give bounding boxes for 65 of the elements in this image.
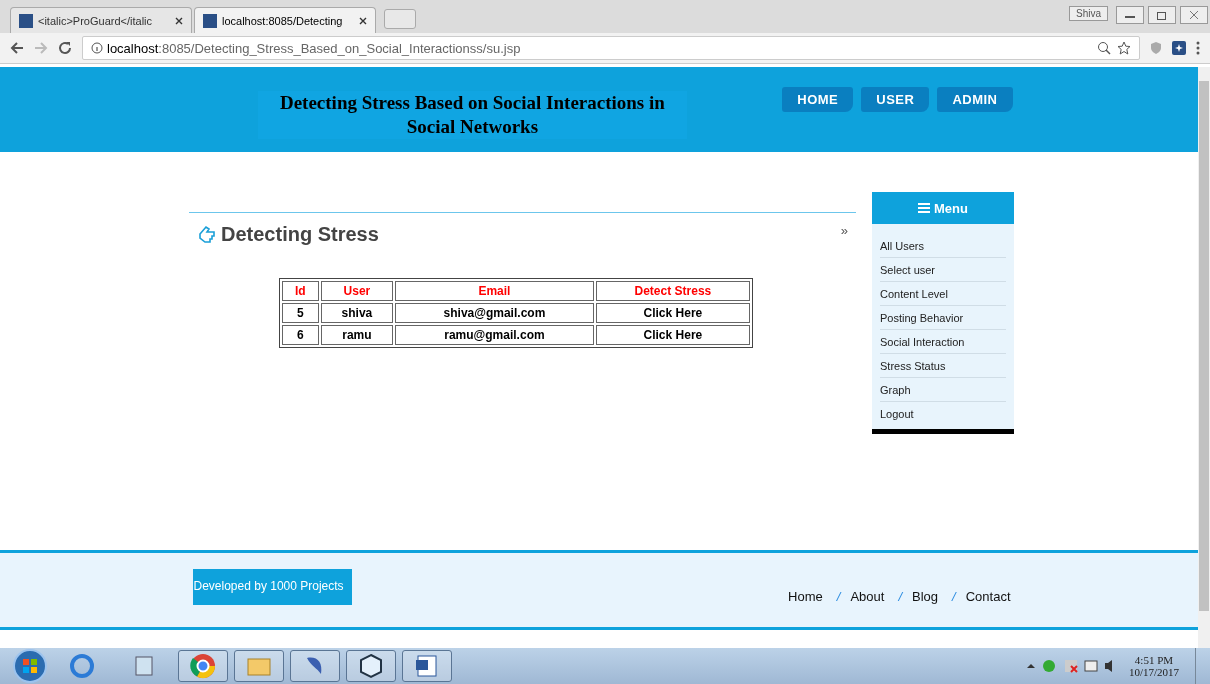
taskbar-button[interactable]: [402, 650, 452, 682]
table-cell: shiva@gmail.com: [395, 303, 594, 323]
menu-item[interactable]: Content Level: [880, 282, 1006, 306]
extension-icon[interactable]: [1172, 41, 1186, 55]
menu-item[interactable]: Logout: [880, 402, 1006, 425]
separator: /: [898, 588, 903, 604]
taskbar-button[interactable]: [346, 650, 396, 682]
clock-time: 4:51 PM: [1134, 654, 1174, 666]
table-cell: 5: [282, 303, 319, 323]
footer-link[interactable]: Contact: [965, 588, 1011, 604]
menu-item[interactable]: Stress Status: [880, 354, 1006, 378]
info-icon[interactable]: [91, 42, 103, 54]
menu-item[interactable]: Select user: [880, 258, 1006, 282]
profile-badge[interactable]: Shiva: [1069, 6, 1108, 21]
clock-date: 10/17/2017: [1128, 666, 1179, 678]
star-icon[interactable]: [1117, 41, 1131, 55]
close-icon[interactable]: [359, 16, 367, 25]
menu-icon[interactable]: [918, 203, 930, 213]
table-cell: shiva: [320, 303, 394, 323]
start-button[interactable]: [12, 648, 48, 684]
credit-label: Developed by 1000 Projects: [192, 569, 352, 605]
pointing-hand-icon: [197, 224, 217, 245]
footer-link[interactable]: Home: [788, 588, 823, 604]
more-link[interactable]: »: [840, 223, 848, 238]
site-icon: [19, 13, 33, 28]
minimize-button[interactable]: [1116, 6, 1144, 24]
browser-tab[interactable]: <italic>ProGuard</italic: [10, 7, 192, 33]
close-icon[interactable]: [175, 16, 183, 25]
close-button[interactable]: [1180, 6, 1208, 24]
menu-item[interactable]: Graph: [880, 378, 1006, 402]
menu-title: Menu: [934, 200, 968, 216]
section-heading: Detecting Stress: [221, 223, 379, 246]
more-icon[interactable]: [1196, 41, 1200, 55]
nav-button[interactable]: USER: [861, 87, 930, 112]
menu-item[interactable]: Social Interaction: [880, 330, 1006, 354]
table-cell: ramu@gmail.com: [395, 325, 594, 345]
separator: /: [952, 588, 956, 604]
footer-link[interactable]: Blog: [912, 588, 939, 604]
browser-tab[interactable]: localhost:8085/Detecting: [194, 7, 376, 33]
zoom-icon[interactable]: [1097, 41, 1111, 55]
back-icon[interactable]: [10, 41, 24, 55]
reload-icon[interactable]: [58, 41, 72, 55]
nav-button[interactable]: HOME: [782, 87, 854, 112]
column-header: Id: [282, 281, 319, 301]
column-header: Detect Stress: [595, 281, 750, 301]
scrollbar[interactable]: [1198, 67, 1210, 648]
menu-item[interactable]: Posting Behavior: [880, 306, 1006, 330]
detect-link[interactable]: Click Here: [595, 303, 750, 323]
restore-icon: [1156, 10, 1168, 20]
close-icon: [1188, 10, 1200, 20]
detect-link[interactable]: Click Here: [595, 325, 750, 345]
column-header: User: [320, 281, 394, 301]
table-cell: 6: [282, 325, 319, 345]
cube-icon: [357, 652, 385, 680]
menu-item[interactable]: All Users: [880, 234, 1006, 258]
table-cell: ramu: [320, 325, 394, 345]
column-header: Email: [395, 281, 594, 301]
nav-button[interactable]: ADMIN: [937, 87, 1013, 112]
separator: /: [836, 588, 841, 604]
site-icon: [203, 13, 217, 28]
footer-link[interactable]: About: [850, 588, 885, 604]
restore-button[interactable]: [1148, 6, 1176, 24]
chrome-icon: [189, 652, 217, 680]
site-title: Detecting Stress Based on Social Interactions in Social Networks: [257, 91, 688, 139]
address-field[interactable]: localhost:8085/Detecting_Stress_Based_on_Social_Interactionss/su.jsp: [82, 36, 1140, 60]
